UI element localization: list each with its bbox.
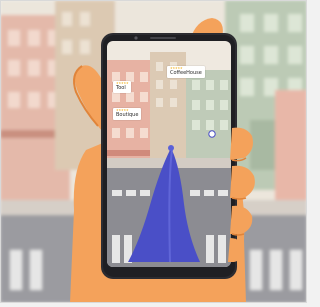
place-name: Boutique bbox=[116, 112, 139, 118]
speaker-grill bbox=[150, 37, 176, 39]
place-name: Tool bbox=[116, 85, 126, 91]
scene-svg bbox=[0, 0, 307, 303]
place-name: CoffeeHouse bbox=[170, 70, 202, 76]
front-camera bbox=[134, 36, 138, 40]
place-tag-coffeehouse[interactable]: ★★★★★ CoffeeHouse bbox=[167, 66, 205, 78]
place-tag-tool[interactable]: ★★★★★ Tool bbox=[113, 81, 132, 93]
ar-poi-marker bbox=[208, 130, 216, 138]
ar-navigation-illustration: ★★★★★ CoffeeHouse ★★★★★ Tool ★★★★★ Bouti… bbox=[0, 0, 307, 303]
place-tag-boutique[interactable]: ★★★★★ Boutique bbox=[113, 108, 142, 120]
ar-destination-pin bbox=[168, 145, 174, 151]
